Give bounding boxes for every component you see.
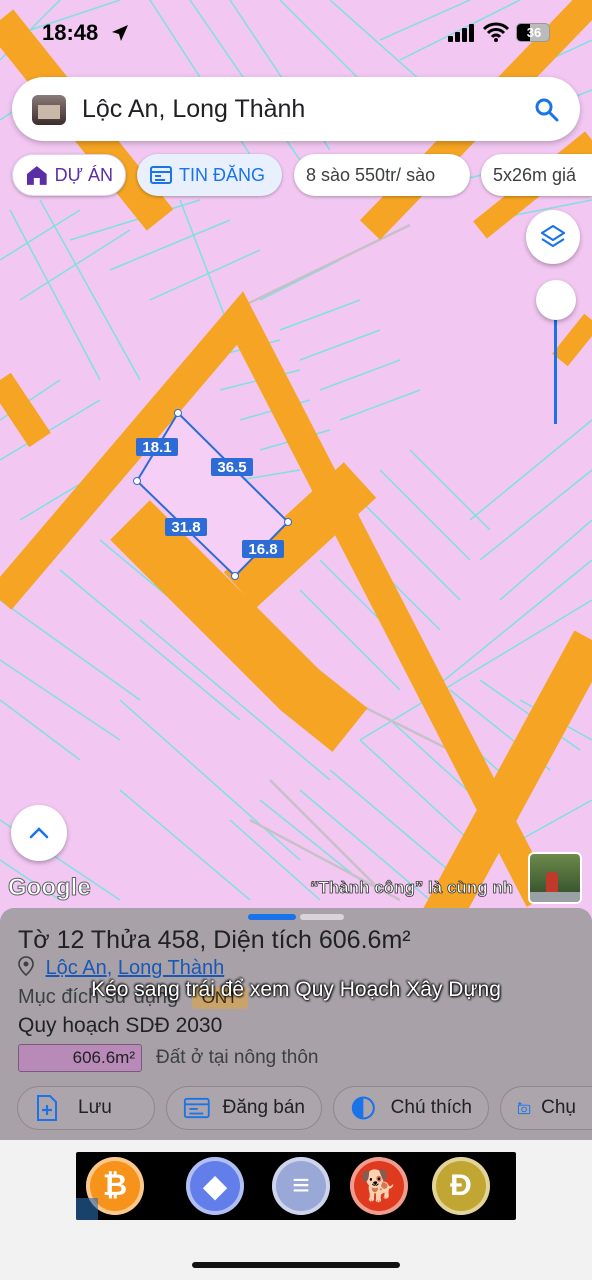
capture-button[interactable]: Chụ [500, 1086, 592, 1130]
post-listing-label: Đăng bán [222, 1097, 305, 1118]
commune-link[interactable]: Lộc An [46, 957, 107, 979]
chip-5x26m[interactable]: 5x26m giá [481, 154, 592, 196]
video-caption: Kéo sang trái để xem Quy Hoạch Xây Dựng [91, 978, 501, 1001]
sheet-page-indicator [300, 914, 344, 920]
chip-tin-dang[interactable]: TIN ĐĂNG [137, 154, 282, 196]
chevron-up-icon [29, 827, 49, 839]
land-use-desc: Đất ở tại nông thôn [156, 1047, 319, 1068]
chip-8-sao[interactable]: 8 sào 550tr/ sào [294, 154, 470, 196]
ethereum-coin: ◆ [186, 1157, 244, 1215]
search-query[interactable]: Lộc An, Long Thành [82, 95, 305, 124]
chip-label: TIN ĐĂNG [179, 164, 266, 185]
chip-label: 8 sào 550tr/ sào [306, 164, 436, 185]
listing-icon [150, 166, 172, 184]
dogecoin-coin: Ð [432, 1157, 490, 1215]
legend-button[interactable]: Chú thích [333, 1086, 489, 1130]
map-overlay-text: “Thành công” là cùng nh [310, 878, 513, 897]
google-logo: Google [8, 874, 91, 901]
chip-label: DỰ ÁN [54, 164, 113, 185]
status-bar: 18:48 36 [0, 0, 592, 62]
plan-label: Quy hoạch SDĐ 2030 [18, 1014, 223, 1037]
parcel-location: Lộc An, Long Thành [18, 956, 224, 980]
sheet-page-indicator-active [248, 914, 296, 920]
ad-choices-icon[interactable] [76, 1198, 98, 1220]
search-icon[interactable] [534, 97, 560, 123]
layers-icon [540, 224, 566, 248]
place-thumbnail [32, 95, 66, 125]
cellular-signal-icon [448, 24, 474, 42]
layers-button[interactable] [526, 210, 580, 264]
search-bar[interactable]: Lộc An, Long Thành [12, 77, 580, 141]
parcel-edge-label: 18.1 [142, 439, 171, 456]
camera-icon [517, 1101, 531, 1115]
home-indicator[interactable] [192, 1262, 400, 1268]
save-button[interactable]: Lưu [17, 1086, 155, 1130]
chip-label: 5x26m giá [493, 164, 577, 185]
post-listing-icon [183, 1097, 210, 1119]
shiba-coin: 🐕 [350, 1157, 408, 1215]
opacity-slider-handle[interactable] [536, 280, 576, 320]
legend-label: Chú thích [390, 1097, 472, 1118]
parcel-edge-label: 31.8 [171, 519, 200, 536]
chip-du-an[interactable]: DỰ ÁN [12, 154, 126, 196]
parcel-edge-label: 36.5 [217, 459, 246, 476]
parcel-title: Tờ 12 Thửa 458, Diện tích 606.6m² [18, 926, 411, 954]
location-arrow-icon [112, 25, 128, 41]
ad-banner[interactable]: ₿ ◆ ≡ 🐕 Ð [76, 1152, 516, 1220]
legend-icon [351, 1096, 375, 1120]
district-link[interactable]: Long Thành [118, 957, 224, 979]
land-use-row: 606.6m² Đất ở tại nông thôn [18, 1044, 318, 1072]
location-pin-icon [18, 956, 34, 977]
post-listing-button[interactable]: Đăng bán [166, 1086, 322, 1130]
capture-label: Chụ [541, 1097, 576, 1118]
parcel-edge-label: 16.8 [248, 541, 277, 558]
area-badge: 606.6m² [18, 1044, 142, 1072]
expand-up-button[interactable] [11, 805, 67, 861]
save-label: Lưu [78, 1097, 112, 1118]
house-icon [26, 166, 47, 185]
street-view-thumbnail[interactable] [528, 852, 582, 904]
location-separator: , [106, 957, 118, 979]
battery-level: 36 [526, 25, 542, 40]
solana-coin: ≡ [272, 1157, 330, 1215]
status-time: 18:48 [42, 20, 99, 45]
save-add-icon [37, 1095, 57, 1121]
wifi-icon [483, 22, 509, 42]
battery-icon: 36 [516, 23, 550, 42]
